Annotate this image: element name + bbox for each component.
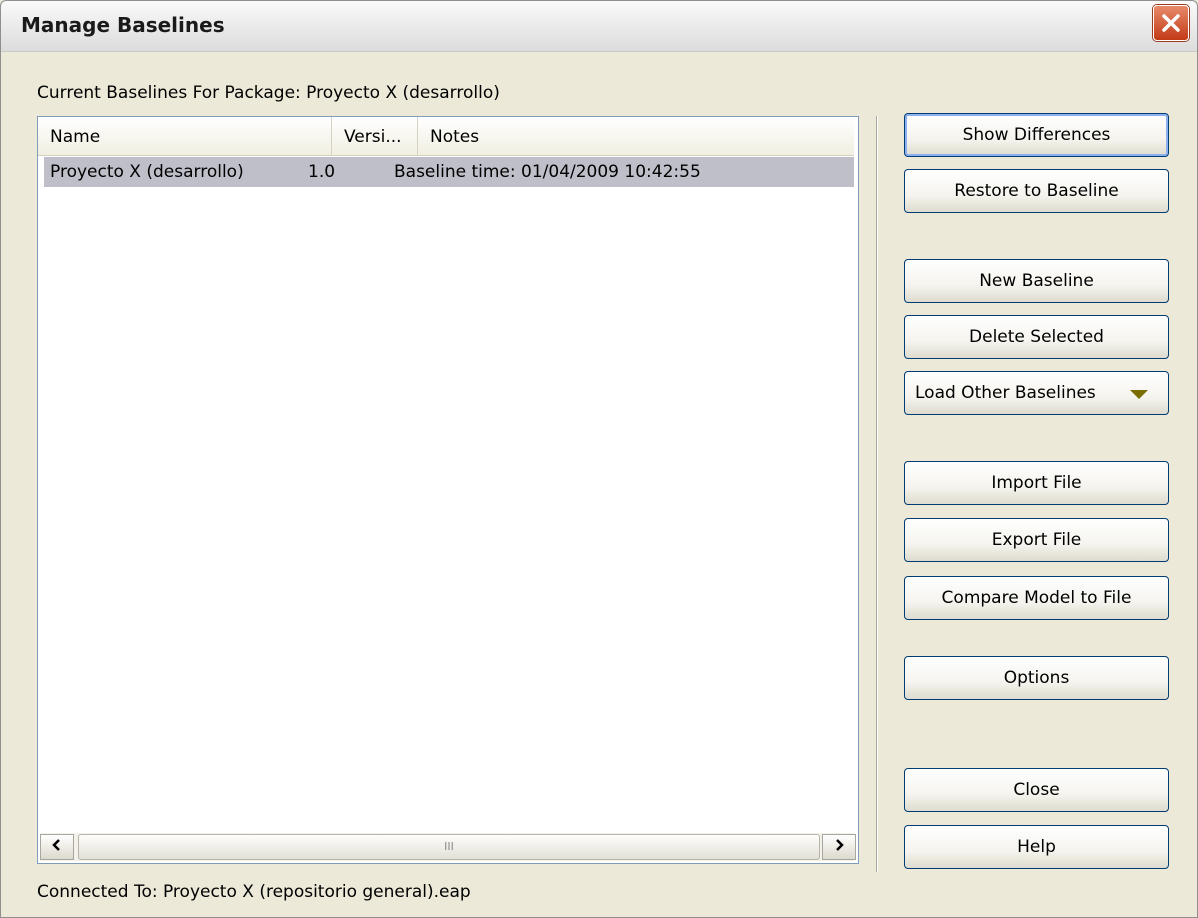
load-other-baselines-button[interactable]: Load Other Baselines [904,371,1169,415]
cell-version: 1.0 [308,162,336,182]
baselines-list[interactable]: Name Versi... Notes Proyecto X (desarrol… [37,116,859,864]
dialog-title: Manage Baselines [21,13,225,37]
scroll-left-button[interactable] [40,834,74,860]
import-file-button[interactable]: Import File [904,461,1169,505]
column-header-version[interactable]: Versi... [332,117,418,155]
title-bar: Manage Baselines [1,1,1197,52]
load-other-baselines-label: Load Other Baselines [915,383,1096,403]
scroll-right-button[interactable] [822,834,856,860]
vertical-separator [876,116,878,872]
connection-status: Connected To: Proyecto X (repositorio ge… [37,882,471,902]
arrow-right-icon [836,839,844,851]
column-header-name[interactable]: Name [38,117,332,155]
delete-selected-button[interactable]: Delete Selected [904,315,1169,359]
close-window-button[interactable] [1153,5,1189,41]
table-row[interactable]: Proyecto X (desarrollo) 1.0 Baseline tim… [44,157,854,187]
close-icon [1162,14,1180,32]
grip-icon: III [444,840,454,853]
arrow-left-icon [52,839,60,851]
list-header: Name Versi... Notes [38,117,854,156]
show-differences-button[interactable]: Show Differences [904,113,1169,157]
compare-model-to-file-button[interactable]: Compare Model to File [904,576,1169,620]
restore-to-baseline-button[interactable]: Restore to Baseline [904,169,1169,213]
column-header-notes[interactable]: Notes [418,117,854,155]
options-button[interactable]: Options [904,656,1169,700]
package-label: Current Baselines For Package: Proyecto … [37,83,500,103]
manage-baselines-dialog: Manage Baselines Current Baselines For P… [0,0,1198,918]
export-file-button[interactable]: Export File [904,518,1169,562]
dropdown-arrow-icon [1130,390,1148,399]
scroll-thumb[interactable]: III [78,834,820,860]
help-button[interactable]: Help [904,825,1169,869]
horizontal-scrollbar[interactable]: III [40,833,856,861]
new-baseline-button[interactable]: New Baseline [904,259,1169,303]
cell-notes: Baseline time: 01/04/2009 10:42:55 [394,162,701,182]
close-button[interactable]: Close [904,768,1169,812]
cell-name: Proyecto X (desarrollo) [50,162,244,182]
